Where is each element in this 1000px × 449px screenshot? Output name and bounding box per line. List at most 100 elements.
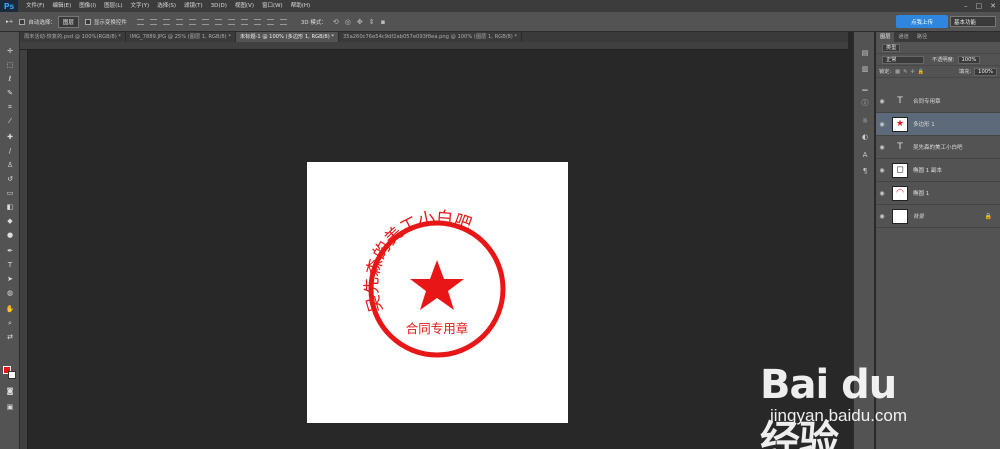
doc-tab[interactable]: 35a260c76e54c9df2ab057e093f8ea.png @ 100… — [338, 32, 523, 42]
layer-row[interactable]: ◉ T 合同专用章 — [876, 90, 1000, 113]
zoom-tool-icon[interactable]: ⌕ — [4, 318, 16, 328]
show-transform-option[interactable]: 显示变换控件 — [84, 18, 127, 26]
navigator-panel-icon[interactable]: ☼ — [859, 116, 871, 126]
quick-mask-icon[interactable]: ◙ — [4, 386, 16, 396]
tab-layers[interactable]: 图层 — [876, 32, 895, 42]
align-top-icon[interactable] — [136, 18, 144, 25]
menu-file[interactable]: 文件(F) — [22, 0, 48, 12]
character-panel-icon[interactable]: A — [859, 150, 871, 160]
menu-edit[interactable]: 编辑(E) — [48, 0, 75, 12]
lasso-tool-icon[interactable]: ℓ — [4, 74, 16, 84]
healing-tool-icon[interactable]: ✚ — [4, 132, 16, 142]
path-select-tool-icon[interactable]: ➤ — [4, 274, 16, 284]
hand-tool-icon[interactable]: ✋ — [4, 304, 16, 314]
tab-channels[interactable]: 通道 — [894, 32, 912, 42]
history-brush-tool-icon[interactable]: ↺ — [4, 174, 16, 184]
doc-tab-active[interactable]: 未标题-1 @ 100% (多边形 1, RGB/8) * — [235, 32, 339, 42]
distribute-bottom-icon[interactable] — [240, 18, 248, 25]
marquee-tool-icon[interactable]: ⬚ — [4, 60, 16, 70]
menu-window[interactable]: 窗口(W) — [258, 0, 287, 12]
layer-row[interactable]: ◉ ◠ 椭圆 1 — [876, 182, 1000, 205]
history-panel-icon[interactable]: ▤ — [859, 48, 871, 58]
distribute-hcenter-icon[interactable] — [266, 18, 274, 25]
workspace-dropdown[interactable]: 基本功能 — [950, 16, 996, 27]
move-tool-icon[interactable]: ▸+ — [6, 19, 13, 25]
shape-tool-icon[interactable]: ◍ — [4, 288, 16, 298]
layer-row[interactable]: ◉ ◻ 椭圆 1 副本 — [876, 159, 1000, 182]
auto-select-checkbox[interactable] — [19, 18, 26, 25]
show-transform-checkbox[interactable] — [84, 18, 91, 25]
lock-options-icon[interactable]: ▩✎✛🔒 — [895, 69, 927, 75]
document-canvas[interactable]: 吴先森的美工小白吧 合同专用章 — [307, 162, 568, 423]
blur-tool-icon[interactable]: ◆ — [4, 216, 16, 226]
distribute-vcenter-icon[interactable] — [227, 18, 235, 25]
scale-3d-icon[interactable]: ▪ — [381, 18, 386, 26]
menu-type[interactable]: 文字(Y) — [127, 0, 154, 12]
visibility-eye-icon[interactable]: ◉ — [876, 190, 888, 197]
auto-select-dropdown[interactable]: 图层 — [57, 15, 79, 28]
rotate-3d-icon[interactable]: ⟲ — [333, 18, 339, 26]
visibility-eye-icon[interactable]: ◉ — [876, 98, 888, 105]
align-bottom-icon[interactable] — [162, 18, 170, 25]
visibility-eye-icon[interactable]: ◉ — [876, 213, 888, 220]
properties-panel-icon[interactable]: ▥ — [859, 64, 871, 74]
type-tool-icon[interactable]: T — [4, 260, 16, 270]
minimize-icon[interactable]: – — [964, 2, 968, 10]
pen-tool-icon[interactable]: ✒ — [4, 246, 16, 256]
align-hcenter-icon[interactable] — [188, 18, 196, 25]
roll-3d-icon[interactable]: ◎ — [345, 18, 351, 26]
close-icon[interactable]: ✕ — [990, 2, 996, 10]
adjustments-panel-icon[interactable]: ◐ — [859, 132, 871, 142]
dodge-tool-icon[interactable]: ● — [4, 230, 16, 240]
crop-tool-icon[interactable]: ⌗ — [4, 102, 16, 112]
fill-input[interactable]: 100% — [974, 67, 997, 76]
histogram-panel-icon[interactable]: ▁ — [859, 82, 871, 92]
opacity-label: 不透明度: — [932, 57, 955, 63]
eyedropper-tool-icon[interactable]: ⁄ — [4, 116, 16, 126]
doc-tab[interactable]: 周末活动-恢复的.psd @ 100%(RGB/8) * — [20, 32, 126, 42]
distribute-left-icon[interactable] — [253, 18, 261, 25]
layer-row-selected[interactable]: ◉ ★ 多边形 1 — [876, 113, 1000, 136]
stamp-tool-icon[interactable]: ♙ — [4, 160, 16, 170]
menu-filter[interactable]: 滤镜(T) — [180, 0, 207, 12]
background-color-swatch[interactable] — [8, 371, 16, 379]
align-right-icon[interactable] — [201, 18, 209, 25]
move-tool-icon[interactable]: ✛ — [4, 46, 16, 56]
blend-mode-dropdown[interactable]: 正常 — [882, 55, 924, 64]
align-left-icon[interactable] — [175, 18, 183, 25]
menu-help[interactable]: 帮助(H) — [287, 0, 314, 12]
menu-select[interactable]: 选择(S) — [153, 0, 180, 12]
gradient-tool-icon[interactable]: ◧ — [4, 202, 16, 212]
swap-colors-icon[interactable]: ⇄ — [4, 332, 16, 342]
brush-tool-icon[interactable]: ∕ — [4, 146, 16, 156]
drag-3d-icon[interactable]: ✥ — [357, 18, 363, 26]
layer-row[interactable]: ◉ 背景 🔒 — [876, 205, 1000, 228]
quick-select-tool-icon[interactable]: ✎ — [4, 88, 16, 98]
layer-row[interactable]: ◉ T 吴先森的美工小白吧 — [876, 136, 1000, 159]
visibility-eye-icon[interactable]: ◉ — [876, 144, 888, 151]
auto-select-label: 自动选择： — [28, 19, 56, 26]
eraser-tool-icon[interactable]: ▭ — [4, 188, 16, 198]
auto-select-option[interactable]: 自动选择： 图层 — [19, 15, 79, 28]
doc-tab[interactable]: IMG_7889.JPG @ 25% (图层 1, RGB/8) * — [125, 32, 236, 42]
distribute-top-icon[interactable] — [214, 18, 222, 25]
menu-image[interactable]: 图像(I) — [75, 0, 100, 12]
upload-button[interactable]: 点我上传 — [896, 15, 948, 28]
visibility-eye-icon[interactable]: ◉ — [876, 121, 888, 128]
info-panel-icon[interactable]: ⓘ — [859, 98, 871, 108]
visibility-eye-icon[interactable]: ◉ — [876, 167, 888, 174]
menu-view[interactable]: 视图(V) — [231, 0, 258, 12]
canvas-area[interactable]: 吴先森的美工小白吧 合同专用章 — [28, 50, 848, 449]
kind-filter-dropdown[interactable]: 类型 — [882, 43, 901, 52]
paragraph-panel-icon[interactable]: ¶ — [859, 166, 871, 176]
distribute-right-icon[interactable] — [279, 18, 287, 25]
menu-layer[interactable]: 图层(L) — [100, 0, 126, 12]
slide-3d-icon[interactable]: ⇕ — [369, 18, 375, 26]
opacity-input[interactable]: 100% — [957, 55, 981, 64]
tab-paths[interactable]: 路径 — [913, 32, 931, 42]
align-vcenter-icon[interactable] — [149, 18, 157, 25]
screen-mode-icon[interactable]: ▣ — [4, 402, 16, 412]
toolbox: ✛ ⬚ ℓ ✎ ⌗ ⁄ ✚ ∕ ♙ ↺ ▭ ◧ ◆ ● ✒ T ➤ ◍ ✋ ⌕ … — [0, 32, 20, 449]
maximize-icon[interactable]: □ — [976, 2, 983, 10]
menu-3d[interactable]: 3D(D) — [207, 0, 231, 12]
